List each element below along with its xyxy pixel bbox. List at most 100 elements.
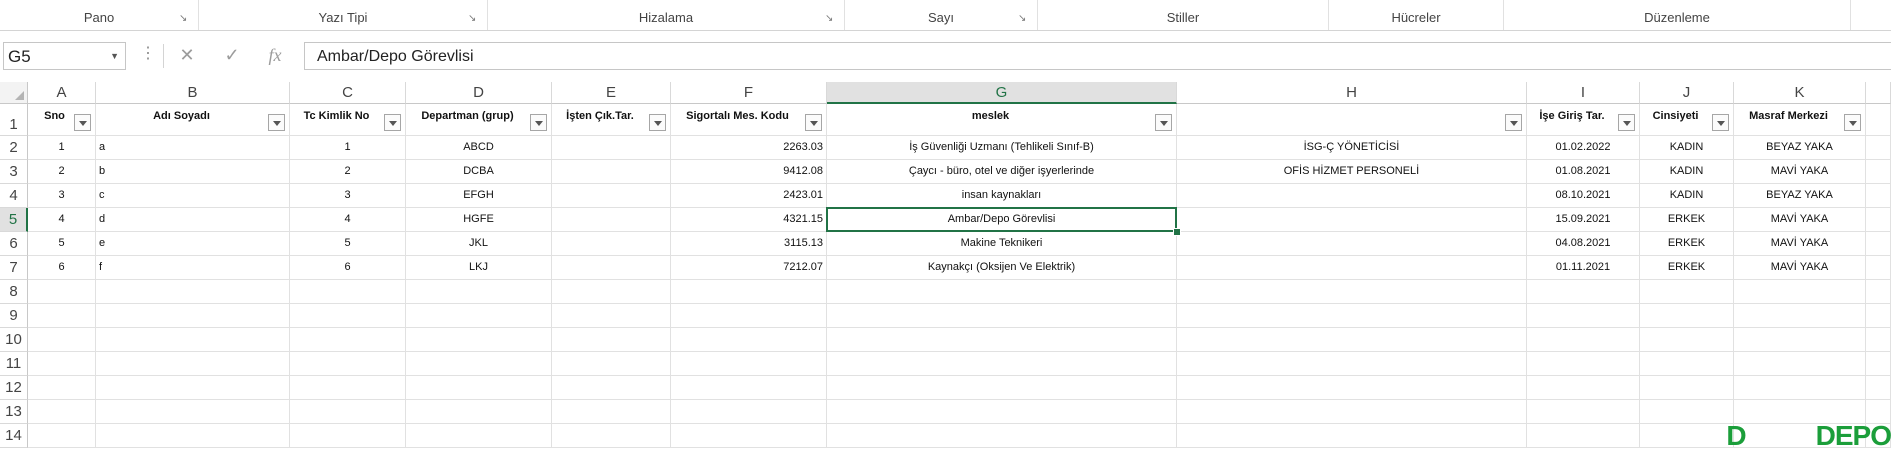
table-cell[interactable]: [28, 424, 96, 448]
table-cell[interactable]: [28, 328, 96, 352]
table-cell[interactable]: [96, 304, 290, 328]
table-cell[interactable]: 01.11.2021: [1527, 256, 1640, 280]
table-cell[interactable]: Kaynakçı (Oksijen Ve Elektrik): [827, 256, 1177, 280]
table-cell[interactable]: [1734, 280, 1866, 304]
insert-function-icon[interactable]: fx: [260, 43, 290, 67]
column-header-a[interactable]: A: [28, 82, 96, 104]
filter-dropdown-icon[interactable]: [1844, 114, 1861, 131]
table-cell[interactable]: MAVİ YAKA: [1734, 232, 1866, 256]
table-cell[interactable]: [1527, 376, 1640, 400]
table-cell[interactable]: [552, 208, 671, 232]
table-cell[interactable]: [406, 304, 552, 328]
table-cell[interactable]: [290, 280, 406, 304]
filter-dropdown-icon[interactable]: [1618, 114, 1635, 131]
table-cell[interactable]: 01.02.2022: [1527, 136, 1640, 160]
table-cell[interactable]: [671, 400, 827, 424]
select-all-corner[interactable]: [0, 82, 28, 104]
row-header-10[interactable]: 10: [0, 328, 28, 352]
filter-dropdown-icon[interactable]: [805, 114, 822, 131]
table-cell[interactable]: 2263.03: [671, 136, 827, 160]
header-cell[interactable]: Sigortalı Mes. Kodu: [671, 104, 827, 136]
table-cell[interactable]: [552, 304, 671, 328]
empty-cell[interactable]: [1866, 304, 1891, 328]
more-options-icon[interactable]: ⋮: [140, 46, 156, 62]
column-header-i[interactable]: I: [1527, 82, 1640, 104]
table-cell[interactable]: 6: [28, 256, 96, 280]
table-cell[interactable]: 2: [290, 160, 406, 184]
table-cell[interactable]: b: [96, 160, 290, 184]
table-cell[interactable]: İSG-Ç YÖNETİCİSİ: [1177, 136, 1527, 160]
table-cell[interactable]: 5: [290, 232, 406, 256]
table-cell[interactable]: [827, 280, 1177, 304]
table-cell[interactable]: [552, 136, 671, 160]
table-cell[interactable]: [28, 280, 96, 304]
table-cell[interactable]: d: [96, 208, 290, 232]
header-cell[interactable]: [1177, 104, 1527, 136]
empty-cell[interactable]: [1866, 136, 1891, 160]
row-header-3[interactable]: 3: [0, 160, 28, 184]
table-cell[interactable]: BEYAZ YAKA: [1734, 184, 1866, 208]
table-cell[interactable]: [1177, 280, 1527, 304]
table-cell[interactable]: [1177, 400, 1527, 424]
row-header-14[interactable]: 14: [0, 424, 28, 448]
table-cell[interactable]: [96, 352, 290, 376]
table-cell[interactable]: [1640, 376, 1734, 400]
table-cell[interactable]: [552, 352, 671, 376]
table-cell[interactable]: 08.10.2021: [1527, 184, 1640, 208]
table-cell[interactable]: [406, 424, 552, 448]
column-header-c[interactable]: C: [290, 82, 406, 104]
filter-dropdown-icon[interactable]: [268, 114, 285, 131]
table-cell[interactable]: İş Güvenliği Uzmanı (Tehlikeli Sınıf-B): [827, 136, 1177, 160]
table-cell[interactable]: JKL: [406, 232, 552, 256]
table-cell[interactable]: [1527, 304, 1640, 328]
fill-handle[interactable]: [1173, 228, 1181, 236]
table-cell[interactable]: [406, 280, 552, 304]
dialog-launcher-icon[interactable]: ↘: [468, 13, 479, 24]
table-cell[interactable]: [290, 304, 406, 328]
table-cell[interactable]: 4: [28, 208, 96, 232]
table-cell[interactable]: MAVİ YAKA: [1734, 160, 1866, 184]
filter-dropdown-icon[interactable]: [1505, 114, 1522, 131]
row-header-6[interactable]: 6: [0, 232, 28, 256]
dialog-launcher-icon[interactable]: ↘: [825, 13, 836, 24]
table-cell[interactable]: [552, 256, 671, 280]
row-header-7[interactable]: 7: [0, 256, 28, 280]
table-cell[interactable]: [406, 376, 552, 400]
table-cell[interactable]: 7212.07: [671, 256, 827, 280]
table-cell[interactable]: [96, 376, 290, 400]
table-cell[interactable]: [552, 280, 671, 304]
table-cell[interactable]: [827, 376, 1177, 400]
table-cell[interactable]: [406, 328, 552, 352]
table-cell[interactable]: 4321.15: [671, 208, 827, 232]
cancel-icon[interactable]: ✕: [172, 43, 202, 67]
column-header-f[interactable]: F: [671, 82, 827, 104]
empty-cell[interactable]: [1866, 104, 1891, 136]
dialog-launcher-icon[interactable]: ↘: [179, 13, 190, 24]
table-cell[interactable]: [290, 400, 406, 424]
table-cell[interactable]: [827, 400, 1177, 424]
table-cell[interactable]: 9412.08: [671, 160, 827, 184]
table-cell[interactable]: [96, 400, 290, 424]
table-cell[interactable]: [552, 376, 671, 400]
table-cell[interactable]: [1177, 352, 1527, 376]
header-cell[interactable]: Sno: [28, 104, 96, 136]
filter-dropdown-icon[interactable]: [384, 114, 401, 131]
column-header-b[interactable]: B: [96, 82, 290, 104]
filter-dropdown-icon[interactable]: [530, 114, 547, 131]
header-cell[interactable]: Masraf Merkezi: [1734, 104, 1866, 136]
table-cell[interactable]: 04.08.2021: [1527, 232, 1640, 256]
row-header-9[interactable]: 9: [0, 304, 28, 328]
row-header-2[interactable]: 2: [0, 136, 28, 160]
table-cell[interactable]: [827, 304, 1177, 328]
table-cell[interactable]: 1: [290, 136, 406, 160]
table-cell[interactable]: [28, 352, 96, 376]
empty-cell[interactable]: [1866, 232, 1891, 256]
header-cell[interactable]: Tc Kimlik No: [290, 104, 406, 136]
empty-cell[interactable]: [1866, 184, 1891, 208]
empty-cell[interactable]: [1866, 208, 1891, 232]
table-cell[interactable]: 4: [290, 208, 406, 232]
table-cell[interactable]: [96, 280, 290, 304]
table-cell[interactable]: [1527, 424, 1640, 448]
table-cell[interactable]: [1177, 376, 1527, 400]
filter-dropdown-icon[interactable]: [74, 114, 91, 131]
